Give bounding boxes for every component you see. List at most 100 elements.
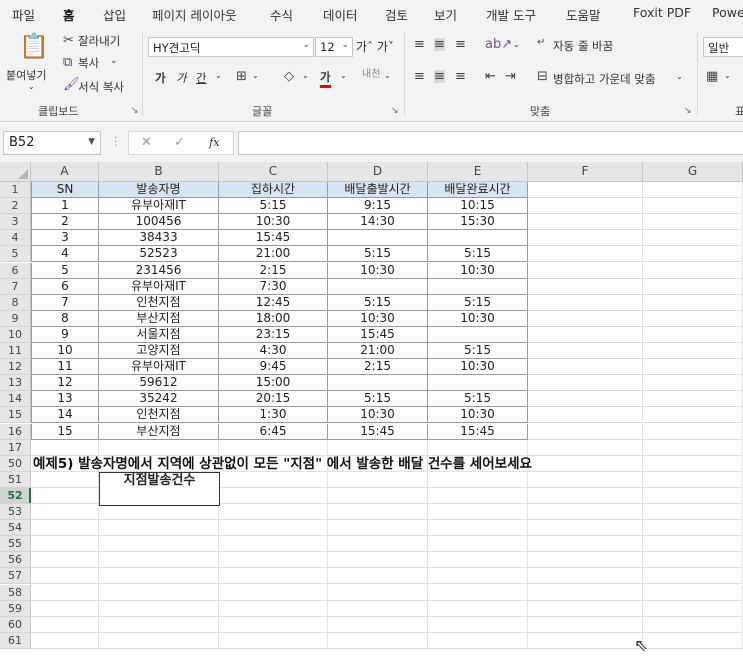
- table-header-cell[interactable]: 집하시간: [219, 182, 328, 199]
- paste-button[interactable]: 붙여넣기: [6, 67, 46, 83]
- grid-cell[interactable]: [528, 407, 643, 424]
- tab-view[interactable]: 보기: [434, 5, 457, 24]
- merge-center-button[interactable]: 병합하고 가운데 맞춤: [553, 71, 656, 87]
- grid-cell[interactable]: [528, 600, 643, 617]
- tab-review[interactable]: 검토: [385, 5, 408, 24]
- phonetic-dropdown-icon[interactable]: ⌄: [384, 71, 391, 80]
- grid-cell[interactable]: 2:15: [219, 262, 328, 279]
- grid-cell[interactable]: 4: [31, 246, 99, 263]
- align-top-icon[interactable]: ≡: [414, 38, 425, 51]
- table-header-cell[interactable]: 배달완료시간: [428, 182, 528, 199]
- grid-cell[interactable]: [643, 520, 743, 537]
- grid-cell[interactable]: 35242: [99, 391, 219, 408]
- decrease-font-icon[interactable]: 가ˇ: [377, 38, 394, 55]
- grid-cell[interactable]: [643, 230, 743, 247]
- grid-cell[interactable]: [528, 536, 643, 553]
- fill-dropdown-icon[interactable]: ⌄: [302, 71, 309, 80]
- font-name-select[interactable]: HY견고딕 ⌄: [148, 37, 314, 57]
- grid-cell[interactable]: [528, 584, 643, 601]
- grid-cell[interactable]: [31, 504, 99, 521]
- grid-cell[interactable]: [428, 375, 528, 392]
- grid-cell[interactable]: [528, 278, 643, 295]
- grid-cell[interactable]: [99, 520, 219, 537]
- grid-cell[interactable]: [328, 584, 428, 601]
- grid-cell[interactable]: [31, 600, 99, 617]
- grid-cell[interactable]: 12:45: [219, 294, 328, 311]
- tab-foxit-pdf[interactable]: Foxit PDF: [633, 5, 691, 20]
- grid-cell[interactable]: [99, 439, 219, 456]
- align-left-icon[interactable]: ≡: [414, 70, 425, 83]
- column-header[interactable]: D: [328, 162, 428, 182]
- grid-cell[interactable]: [219, 568, 328, 585]
- grid-cell[interactable]: [328, 568, 428, 585]
- grid-cell[interactable]: 유부아재IT: [99, 198, 219, 215]
- copy-icon[interactable]: ⧉: [63, 56, 72, 69]
- grid-cell[interactable]: 10:30: [328, 310, 428, 327]
- align-bottom-icon[interactable]: ≡: [455, 38, 466, 51]
- font-color-button[interactable]: 가: [320, 69, 331, 88]
- grid-cell[interactable]: [31, 487, 99, 504]
- grid-cell[interactable]: 10: [31, 343, 99, 360]
- grid-cell[interactable]: [528, 471, 643, 488]
- grid-cell[interactable]: [528, 552, 643, 569]
- grid-cell[interactable]: [328, 552, 428, 569]
- grid-cell[interactable]: 7:30: [219, 278, 328, 295]
- grid-cell[interactable]: 9:15: [328, 198, 428, 215]
- grid-cell[interactable]: 유부아재IT: [99, 278, 219, 295]
- grid-cell[interactable]: 10:30: [328, 262, 428, 279]
- grid-cell[interactable]: [528, 246, 643, 263]
- grid-cell[interactable]: [528, 391, 643, 408]
- grid-cell[interactable]: 23:15: [219, 326, 328, 343]
- tab-home[interactable]: 홈: [61, 5, 76, 29]
- grid-cell[interactable]: [428, 616, 528, 633]
- tab-page-layout[interactable]: 페이지 레이아웃: [152, 5, 236, 24]
- cut-button[interactable]: 잘라내기: [78, 33, 120, 49]
- grid-cell[interactable]: 인천지점: [99, 294, 219, 311]
- grid-cell[interactable]: [643, 632, 743, 649]
- tab-power[interactable]: Powe: [712, 5, 743, 20]
- grid-cell[interactable]: 인천지점: [99, 407, 219, 424]
- grid-cell[interactable]: [643, 423, 743, 440]
- grid-cell[interactable]: [219, 487, 328, 504]
- grid-cell[interactable]: [328, 616, 428, 633]
- grid-cell[interactable]: [643, 310, 743, 327]
- grid-cell[interactable]: 10:30: [428, 407, 528, 424]
- grid-cell[interactable]: [528, 520, 643, 537]
- row-header[interactable]: 8: [0, 294, 31, 311]
- grid-cell[interactable]: [219, 552, 328, 569]
- tab-file[interactable]: 파일: [12, 5, 35, 24]
- row-header[interactable]: 57: [0, 568, 31, 585]
- grid-cell[interactable]: 21:00: [328, 343, 428, 360]
- grid-cell[interactable]: 유부아재IT: [99, 359, 219, 376]
- clipboard-launcher-icon[interactable]: ↘: [131, 106, 139, 116]
- row-header[interactable]: 13: [0, 375, 31, 392]
- grid-cell[interactable]: [99, 584, 219, 601]
- phonetic-icon[interactable]: 내천: [362, 70, 380, 80]
- grid-cell[interactable]: 14:30: [328, 214, 428, 231]
- grid-cell[interactable]: [528, 375, 643, 392]
- grid-cell[interactable]: [328, 536, 428, 553]
- paste-icon[interactable]: 📋: [19, 34, 49, 58]
- tab-insert[interactable]: 삽입: [103, 5, 126, 24]
- row-header[interactable]: 55: [0, 536, 31, 553]
- grid-cell[interactable]: 1: [31, 198, 99, 215]
- font-launcher-icon[interactable]: ↘: [391, 106, 399, 116]
- grid-cell[interactable]: 20:15: [219, 391, 328, 408]
- grid-cell[interactable]: [528, 326, 643, 343]
- grid-cell[interactable]: [99, 504, 219, 521]
- grid-cell[interactable]: [31, 520, 99, 537]
- grid-cell[interactable]: 5:15: [328, 294, 428, 311]
- alignment-launcher-icon[interactable]: ↘: [684, 106, 692, 116]
- grid-cell[interactable]: [99, 552, 219, 569]
- grid-cell[interactable]: [643, 182, 743, 199]
- merge-dropdown-icon[interactable]: ⌄: [676, 72, 683, 81]
- grid-cell[interactable]: [643, 471, 743, 488]
- grid-cell[interactable]: [31, 439, 99, 456]
- accounting-format-icon[interactable]: ▦: [706, 70, 718, 83]
- grid-cell[interactable]: [643, 294, 743, 311]
- grid-cell[interactable]: [528, 230, 643, 247]
- grid-cell[interactable]: [643, 584, 743, 601]
- select-all-corner[interactable]: [0, 162, 31, 182]
- grid-cell[interactable]: [528, 343, 643, 360]
- grid-cell[interactable]: [528, 214, 643, 231]
